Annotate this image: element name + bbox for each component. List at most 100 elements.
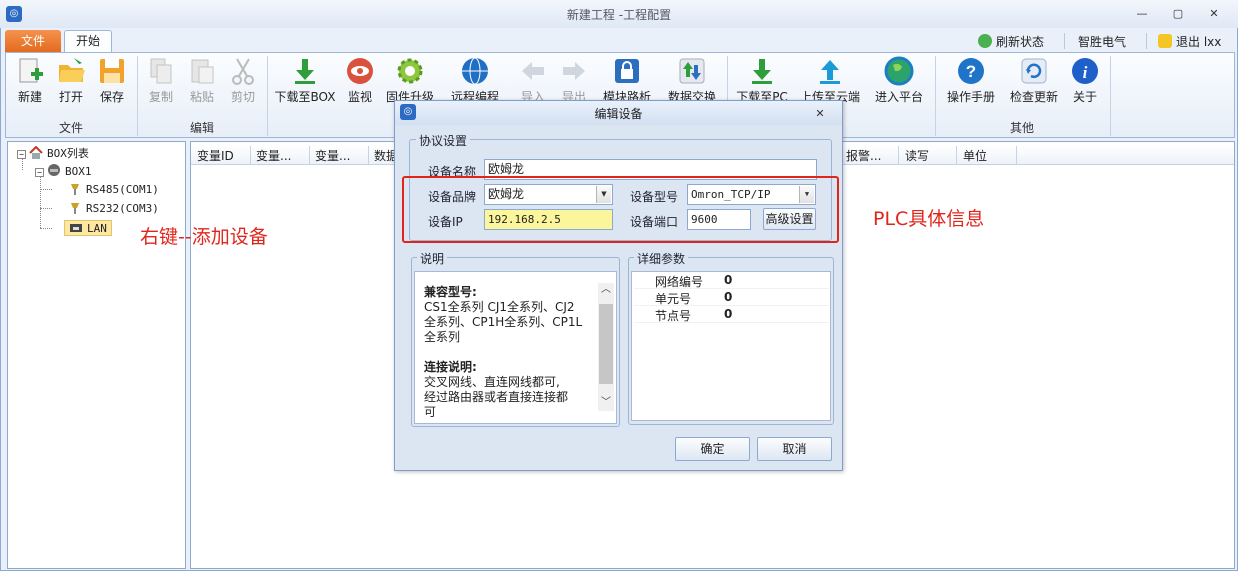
cancel-button[interactable]: 取消	[757, 437, 832, 461]
cut-button[interactable]: 剪切	[226, 56, 260, 112]
description-line: 经过路由器或者直接连接都	[424, 390, 569, 404]
company-link[interactable]: 智胜电气	[1078, 33, 1126, 50]
tree-box-label: BOX1	[65, 165, 92, 178]
svg-text:?: ?	[966, 62, 976, 81]
maximize-icon[interactable]: ▢	[1170, 7, 1186, 21]
globe-icon	[462, 57, 488, 85]
column-divider[interactable]	[898, 146, 899, 164]
tree-node-rs485[interactable]: RS485(COM1)	[68, 182, 159, 196]
new-button[interactable]: 新建	[13, 56, 47, 112]
group-label-other: 其他	[1009, 121, 1034, 135]
group-label-file: 文件	[58, 121, 83, 135]
serial-port-icon	[71, 184, 79, 195]
description-line: 可	[424, 405, 437, 419]
description-line: 全系列、CP1H全系列、CP1L	[424, 315, 583, 329]
protocol-settings-legend: 协议设置	[416, 132, 471, 149]
description-line: 兼容型号:	[424, 285, 477, 299]
tab-start[interactable]: 开始	[64, 30, 112, 53]
column-header[interactable]: 变量...	[315, 147, 350, 164]
tree-line	[40, 228, 52, 229]
save-icon	[100, 59, 124, 83]
paste-icon	[191, 59, 214, 84]
cut-label: 剪切	[230, 90, 255, 104]
gear-icon	[397, 58, 423, 84]
open-button[interactable]: 打开	[54, 56, 88, 112]
open-label: 打开	[58, 90, 83, 104]
column-divider[interactable]	[1016, 146, 1017, 164]
tab-file[interactable]: 文件	[5, 30, 61, 52]
info-icon: i	[1072, 58, 1098, 84]
column-header[interactable]: 读写	[905, 147, 929, 164]
description-text: 兼容型号: CS1全系列 CJ1全系列、CJ2 全系列、CP1H全系列、CP1L 全系…	[424, 285, 596, 421]
monitor-button[interactable]: 监视	[343, 56, 377, 112]
column-header[interactable]: 单位	[963, 147, 987, 164]
tree-rs485-label: RS485(COM1)	[86, 183, 159, 196]
param-value[interactable]: 0	[724, 273, 732, 287]
tree-node-box[interactable]: − BOX1	[35, 164, 92, 178]
logout-button[interactable]: 退出 lxx	[1158, 33, 1221, 50]
param-value[interactable]: 0	[724, 290, 732, 304]
logout-label: 退出 lxx	[1176, 35, 1222, 49]
folder-open-icon	[59, 58, 85, 82]
about-label: 关于	[1072, 90, 1097, 104]
chevron-down-icon[interactable]: ﹀	[599, 396, 613, 410]
tree-node-rs232[interactable]: RS232(COM3)	[68, 201, 159, 215]
group-separator	[267, 56, 268, 136]
tree-lan-label: LAN	[87, 222, 107, 235]
help-icon: ?	[958, 58, 984, 84]
column-divider[interactable]	[368, 146, 369, 164]
device-box-icon	[48, 164, 60, 176]
tree-node-root[interactable]: − BOX列表	[17, 145, 89, 161]
monitor-label: 监视	[347, 90, 372, 104]
annotation-right: PLC具体信息	[873, 208, 985, 230]
refresh-icon	[978, 34, 992, 48]
copy-button[interactable]: 复制	[144, 56, 178, 112]
paste-button[interactable]: 粘贴	[185, 56, 219, 112]
enter-platform-button[interactable]: 进入平台	[870, 56, 928, 112]
column-header[interactable]: 数据...	[374, 147, 396, 164]
ok-button[interactable]: 确定	[675, 437, 750, 461]
globe-icon	[884, 56, 914, 86]
column-divider[interactable]	[956, 146, 957, 164]
new-file-icon	[19, 58, 43, 83]
row-divider	[634, 288, 829, 289]
param-value[interactable]: 0	[724, 307, 732, 321]
close-icon[interactable]: ✕	[1206, 7, 1222, 21]
refresh-status-button[interactable]: 刷新状态	[978, 33, 1044, 50]
column-header[interactable]: 变量ID	[197, 147, 234, 164]
download-to-box-label: 下载至BOX	[274, 90, 336, 104]
exchange-icon	[679, 58, 705, 84]
description-line	[424, 345, 596, 360]
tree-node-lan[interactable]: LAN	[64, 220, 112, 236]
minimize-icon[interactable]: —	[1134, 7, 1150, 21]
about-button[interactable]: i 关于	[1068, 56, 1102, 112]
svg-text:i: i	[1083, 63, 1088, 82]
column-divider[interactable]	[309, 146, 310, 164]
check-update-label: 检查更新	[1009, 90, 1058, 104]
tree-root-label: BOX列表	[47, 147, 89, 160]
tree-line	[40, 176, 41, 228]
column-header[interactable]: 报警...	[846, 147, 881, 164]
new-label: 新建	[17, 90, 42, 104]
refresh-status-label: 刷新状态	[996, 35, 1045, 49]
description-line: CS1全系列 CJ1全系列、CJ2	[424, 300, 575, 314]
copy-icon	[150, 58, 172, 84]
save-button[interactable]: 保存	[95, 56, 129, 112]
upload-arrow-icon	[820, 60, 840, 84]
chevron-up-icon[interactable]: ︿	[599, 283, 613, 297]
manual-button[interactable]: ? 操作手册	[942, 56, 1000, 112]
column-divider[interactable]	[250, 146, 251, 164]
description-legend: 说明	[417, 250, 448, 267]
close-icon[interactable]: ✕	[813, 107, 827, 121]
row-divider	[634, 305, 829, 306]
check-update-button[interactable]: 检查更新	[1006, 56, 1062, 112]
download-to-box-button[interactable]: 下载至BOX	[274, 56, 336, 112]
import-arrow-icon	[522, 62, 544, 80]
tree-rs232-label: RS232(COM3)	[86, 202, 159, 215]
column-header[interactable]: 变量...	[256, 147, 291, 164]
scrollbar-thumb[interactable]	[599, 304, 613, 384]
group-separator	[935, 56, 936, 136]
collapse-icon[interactable]: −	[35, 168, 44, 177]
collapse-icon[interactable]: −	[17, 150, 26, 159]
row-divider	[634, 322, 829, 323]
